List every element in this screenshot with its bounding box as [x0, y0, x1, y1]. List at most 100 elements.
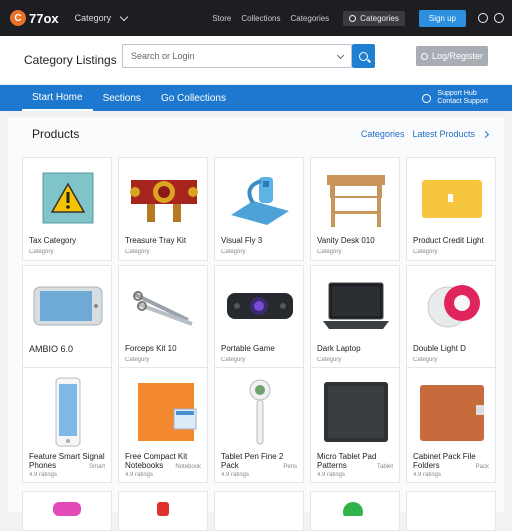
product-card-partial[interactable] — [214, 491, 304, 531]
product-name: Portable Game — [221, 344, 275, 353]
nav-item-home[interactable]: Start Home — [22, 85, 93, 111]
product-name: Treasure Tray Kit — [125, 236, 187, 245]
product-name: Forceps Kit 10 — [125, 344, 177, 353]
login-register-label: Log/Register — [431, 51, 484, 61]
product-name: Double Light D — [413, 344, 466, 353]
product-card-partial[interactable] — [118, 491, 208, 531]
top-bar: C 77ox Category Store Collections Catego… — [0, 0, 512, 36]
login-register-button[interactable]: Log/Register — [416, 46, 488, 66]
product-card[interactable]: Vanity Desk 010 Category — [310, 157, 400, 261]
product-card[interactable]: Tablet Pen Fine 2 Pack Pens 4.9 ratings — [214, 367, 304, 483]
support-link[interactable]: Support Hub Contact Support — [422, 90, 488, 106]
product-meta: Category — [317, 357, 342, 363]
product-card[interactable]: Visual Fly 3 Category — [214, 157, 304, 261]
logo[interactable]: C 77ox — [10, 10, 59, 26]
top-search-label: Categories — [360, 13, 399, 23]
category-dropdown[interactable]: Category — [74, 12, 129, 23]
product-image — [124, 164, 204, 232]
product-card[interactable]: Product Credit Light Category — [406, 157, 496, 261]
product-meta: Category — [125, 357, 150, 363]
product-tag: Tablet — [376, 464, 393, 470]
product-name: Tax Category — [29, 236, 77, 245]
categories-link[interactable]: Categories — [361, 129, 405, 139]
sign-up-button[interactable]: Sign up — [418, 9, 466, 27]
product-name: Product Credit Light — [413, 236, 484, 245]
product-image — [412, 374, 492, 450]
product-image — [343, 502, 363, 516]
product-name: Visual Fly 3 — [221, 236, 263, 245]
top-search-pill[interactable]: Categories — [343, 10, 405, 26]
product-card[interactable]: Portable Game Category — [214, 265, 304, 369]
product-image — [316, 272, 396, 340]
product-image — [124, 374, 204, 450]
header: Category Listings Search or Login Log/Re… — [0, 36, 512, 84]
product-card-partial[interactable] — [406, 491, 496, 531]
page-title: Category Listings — [24, 53, 117, 67]
product-name: AMBIO 6.0 — [29, 344, 74, 354]
product-image — [220, 374, 300, 450]
product-image — [28, 374, 108, 450]
product-image — [124, 272, 204, 340]
section-links: Categories Latest Products — [361, 129, 490, 139]
logo-text: 77ox — [29, 10, 59, 26]
search-button[interactable] — [352, 44, 375, 68]
product-card-partial[interactable] — [22, 491, 112, 531]
product-tag: Pack — [475, 464, 489, 470]
product-card[interactable]: Cabinet Pack File Folders Pack 4.9 ratin… — [406, 367, 496, 483]
product-name: Vanity Desk 010 — [317, 236, 375, 245]
product-card[interactable]: AMBIO 6.0 — [22, 265, 112, 369]
latest-products-link[interactable]: Latest Products — [412, 129, 475, 139]
product-image — [28, 272, 108, 340]
product-meta: 4.9 ratings — [125, 472, 154, 478]
product-card-partial[interactable] — [310, 491, 400, 531]
product-meta: Category — [413, 357, 438, 363]
top-links: Store Collections Categories Categories — [212, 10, 405, 26]
search-input[interactable]: Search or Login — [122, 44, 352, 68]
search-placeholder: Search or Login — [131, 51, 195, 61]
product-tag: Notebook — [175, 464, 201, 470]
product-name: Dark Laptop — [317, 344, 361, 353]
section-header: Products Categories Latest Products — [8, 117, 504, 151]
search-icon — [420, 52, 428, 60]
top-link-categories[interactable]: Categories — [290, 14, 329, 23]
product-image — [316, 374, 396, 450]
settings-icon[interactable] — [494, 13, 504, 23]
product-card[interactable]: Tax Category Category — [22, 157, 112, 261]
product-image — [157, 502, 169, 516]
nav-item-sections[interactable]: Sections — [93, 85, 151, 111]
product-meta: 4.9 ratings — [413, 472, 442, 478]
top-link-collections[interactable]: Collections — [241, 14, 280, 23]
product-meta: Category — [317, 249, 342, 255]
product-card[interactable]: Treasure Tray Kit Category — [118, 157, 208, 261]
product-card[interactable]: Micro Tablet Pad Patterns Tablet 4.9 rat… — [310, 367, 400, 483]
support-line-2: Contact Support — [437, 98, 488, 105]
product-tag: Pens — [283, 464, 297, 470]
product-tag: Smart — [88, 464, 105, 470]
chevron-down-icon — [119, 12, 129, 21]
chevron-down-icon — [336, 51, 345, 60]
chevron-right-icon[interactable] — [481, 130, 490, 138]
product-meta: Category — [221, 249, 246, 255]
product-card[interactable]: Feature Smart Signal Phones Smart 4.9 ra… — [22, 367, 112, 483]
product-image — [28, 164, 108, 232]
product-meta: 4.9 ratings — [29, 472, 58, 478]
product-image — [316, 164, 396, 232]
product-meta: 4.9 ratings — [317, 472, 346, 478]
product-meta: Category — [221, 357, 246, 363]
nav-item-collections[interactable]: Go Collections — [151, 85, 236, 111]
section-title: Products — [32, 127, 80, 141]
product-meta: Category — [125, 249, 150, 255]
product-image — [53, 502, 81, 516]
product-card[interactable]: Double Light D Category — [406, 265, 496, 369]
search-icon — [349, 14, 357, 22]
product-card[interactable]: Free Compact Kit Notebooks Notebook 4.9 … — [118, 367, 208, 483]
product-card[interactable]: Dark Laptop Category — [310, 265, 400, 369]
category-dropdown-label: Category — [74, 13, 112, 23]
product-card[interactable]: Forceps Kit 10 Category — [118, 265, 208, 369]
product-image — [220, 272, 300, 340]
product-image — [412, 272, 492, 340]
main-nav: Start Home Sections Go Collections Suppo… — [0, 85, 512, 111]
top-link-store[interactable]: Store — [212, 14, 231, 23]
logo-mark: C — [10, 10, 26, 26]
user-icon[interactable] — [478, 13, 488, 23]
